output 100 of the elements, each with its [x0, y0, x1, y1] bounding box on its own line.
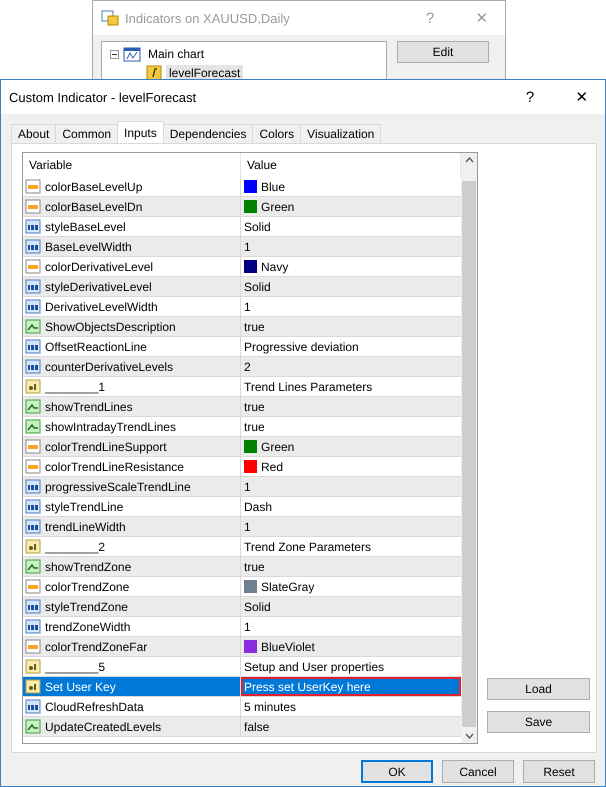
- variable-cell[interactable]: colorTrendZone: [23, 577, 241, 597]
- cancel-button[interactable]: Cancel: [442, 760, 514, 783]
- value-text: Solid: [244, 220, 271, 234]
- tab[interactable]: Visualization: [300, 124, 382, 143]
- variable-cell[interactable]: styleDerivativeLevel: [23, 277, 241, 297]
- variable-cell[interactable]: trendZoneWidth: [23, 617, 241, 637]
- help-button[interactable]: ?: [507, 88, 553, 106]
- chart-icon: [123, 46, 141, 62]
- value-cell[interactable]: false: [241, 717, 461, 737]
- value-cell[interactable]: true: [241, 317, 461, 337]
- variable-cell[interactable]: UpdateCreatedLevels: [23, 717, 241, 737]
- collapse-icon[interactable]: [110, 50, 119, 58]
- variable-cell[interactable]: styleTrendZone: [23, 597, 241, 617]
- variable-name: colorTrendLineSupport: [45, 440, 167, 454]
- variable-cell[interactable]: showTrendZone: [23, 557, 241, 577]
- variable-name: styleDerivativeLevel: [45, 280, 152, 294]
- variable-name: ________2: [45, 540, 106, 554]
- variable-cell[interactable]: showTrendLines: [23, 397, 241, 417]
- tab[interactable]: About: [11, 124, 56, 143]
- value-cell[interactable]: Navy: [241, 257, 461, 277]
- value-text: Navy: [261, 260, 288, 274]
- value-text: SlateGray: [261, 580, 314, 594]
- scroll-thumb[interactable]: [462, 181, 476, 727]
- string-type-icon: [25, 658, 41, 674]
- variable-name: ShowObjectsDescription: [45, 320, 176, 334]
- bool-type-icon: [25, 318, 41, 334]
- variable-cell[interactable]: colorDerivativeLevel: [23, 257, 241, 277]
- color-type-icon: [25, 638, 41, 654]
- edit-button[interactable]: Edit: [397, 41, 489, 63]
- variable-cell[interactable]: ________1: [23, 377, 241, 397]
- variable-cell[interactable]: OffsetReactionLine: [23, 337, 241, 357]
- value-cell[interactable]: Press set UserKey here: [241, 677, 461, 697]
- value-cell[interactable]: 2: [241, 357, 461, 377]
- variable-cell[interactable]: colorTrendZoneFar: [23, 637, 241, 657]
- scrollbar[interactable]: [461, 153, 477, 743]
- load-button[interactable]: Load: [487, 678, 590, 700]
- window-title: Custom Indicator - levelForecast: [9, 90, 198, 104]
- value-text: Dash: [244, 500, 272, 514]
- variable-cell[interactable]: CloudRefreshData: [23, 697, 241, 717]
- save-button[interactable]: Save: [487, 711, 590, 733]
- value-cell[interactable]: 1: [241, 237, 461, 257]
- value-cell[interactable]: Solid: [241, 277, 461, 297]
- value-cell[interactable]: true: [241, 397, 461, 417]
- reset-button[interactable]: Reset: [523, 760, 595, 783]
- variable-cell[interactable]: progressiveScaleTrendLine: [23, 477, 241, 497]
- value-cell[interactable]: Green: [241, 197, 461, 217]
- tree-item[interactable]: Main chart: [145, 46, 208, 62]
- tab[interactable]: Inputs: [117, 121, 164, 143]
- value-text: true: [244, 560, 265, 574]
- variable-cell[interactable]: ________2: [23, 537, 241, 557]
- variable-name: OffsetReactionLine: [45, 340, 147, 354]
- variable-cell[interactable]: BaseLevelWidth: [23, 237, 241, 257]
- value-cell[interactable]: 1: [241, 477, 461, 497]
- variable-cell[interactable]: counterDerivativeLevels: [23, 357, 241, 377]
- variable-cell[interactable]: Set User Key: [23, 677, 241, 697]
- variable-cell[interactable]: colorTrendLineResistance: [23, 457, 241, 477]
- value-cell[interactable]: SlateGray: [241, 577, 461, 597]
- value-text: 1: [244, 480, 251, 494]
- variable-cell[interactable]: ShowObjectsDescription: [23, 317, 241, 337]
- number-type-icon: [25, 358, 41, 374]
- tab[interactable]: Dependencies: [162, 124, 254, 143]
- variable-cell[interactable]: styleTrendLine: [23, 497, 241, 517]
- color-type-icon: [25, 258, 41, 274]
- variable-cell[interactable]: colorBaseLevelDn: [23, 197, 241, 217]
- value-text: Trend Lines Parameters: [244, 380, 372, 394]
- variable-name: styleTrendLine: [45, 500, 124, 514]
- value-cell[interactable]: BlueViolet: [241, 637, 461, 657]
- variable-cell[interactable]: trendLineWidth: [23, 517, 241, 537]
- indicator-icon: [146, 65, 162, 81]
- value-text: Press set UserKey here: [244, 680, 371, 694]
- variable-cell[interactable]: colorBaseLevelUp: [23, 177, 241, 197]
- variable-name: colorTrendZoneFar: [45, 640, 148, 654]
- value-cell[interactable]: Red: [241, 457, 461, 477]
- variable-name: ________5: [45, 660, 106, 674]
- scroll-down-icon[interactable]: [464, 733, 474, 739]
- value-text: true: [244, 400, 265, 414]
- value-text: 5 minutes: [244, 700, 296, 714]
- variable-name: Set User Key: [45, 680, 116, 694]
- variable-cell[interactable]: colorTrendLineSupport: [23, 437, 241, 457]
- variable-cell[interactable]: showIntradayTrendLines: [23, 417, 241, 437]
- value-cell[interactable]: true: [241, 557, 461, 577]
- variable-name: showTrendLines: [45, 400, 133, 414]
- close-button[interactable]: ✕: [559, 88, 605, 106]
- bool-type-icon: [25, 558, 41, 574]
- value-cell[interactable]: Green: [241, 437, 461, 457]
- variable-cell[interactable]: ________5: [23, 657, 241, 677]
- ok-button[interactable]: OK: [361, 760, 433, 783]
- scroll-up-icon[interactable]: [464, 157, 474, 163]
- value-cell[interactable]: 1: [241, 517, 461, 537]
- variable-cell[interactable]: styleBaseLevel: [23, 217, 241, 237]
- value-cell[interactable]: Blue: [241, 177, 461, 197]
- number-type-icon: [25, 598, 41, 614]
- variable-name: trendLineWidth: [45, 520, 126, 534]
- value-text: 1: [244, 520, 251, 534]
- variable-name: BaseLevelWidth: [45, 240, 132, 254]
- variable-cell[interactable]: DerivativeLevelWidth: [23, 297, 241, 317]
- bool-type-icon: [25, 398, 41, 414]
- variable-name: trendZoneWidth: [45, 620, 130, 634]
- variable-name: colorTrendZone: [45, 580, 130, 594]
- value-cell[interactable]: Solid: [241, 597, 461, 617]
